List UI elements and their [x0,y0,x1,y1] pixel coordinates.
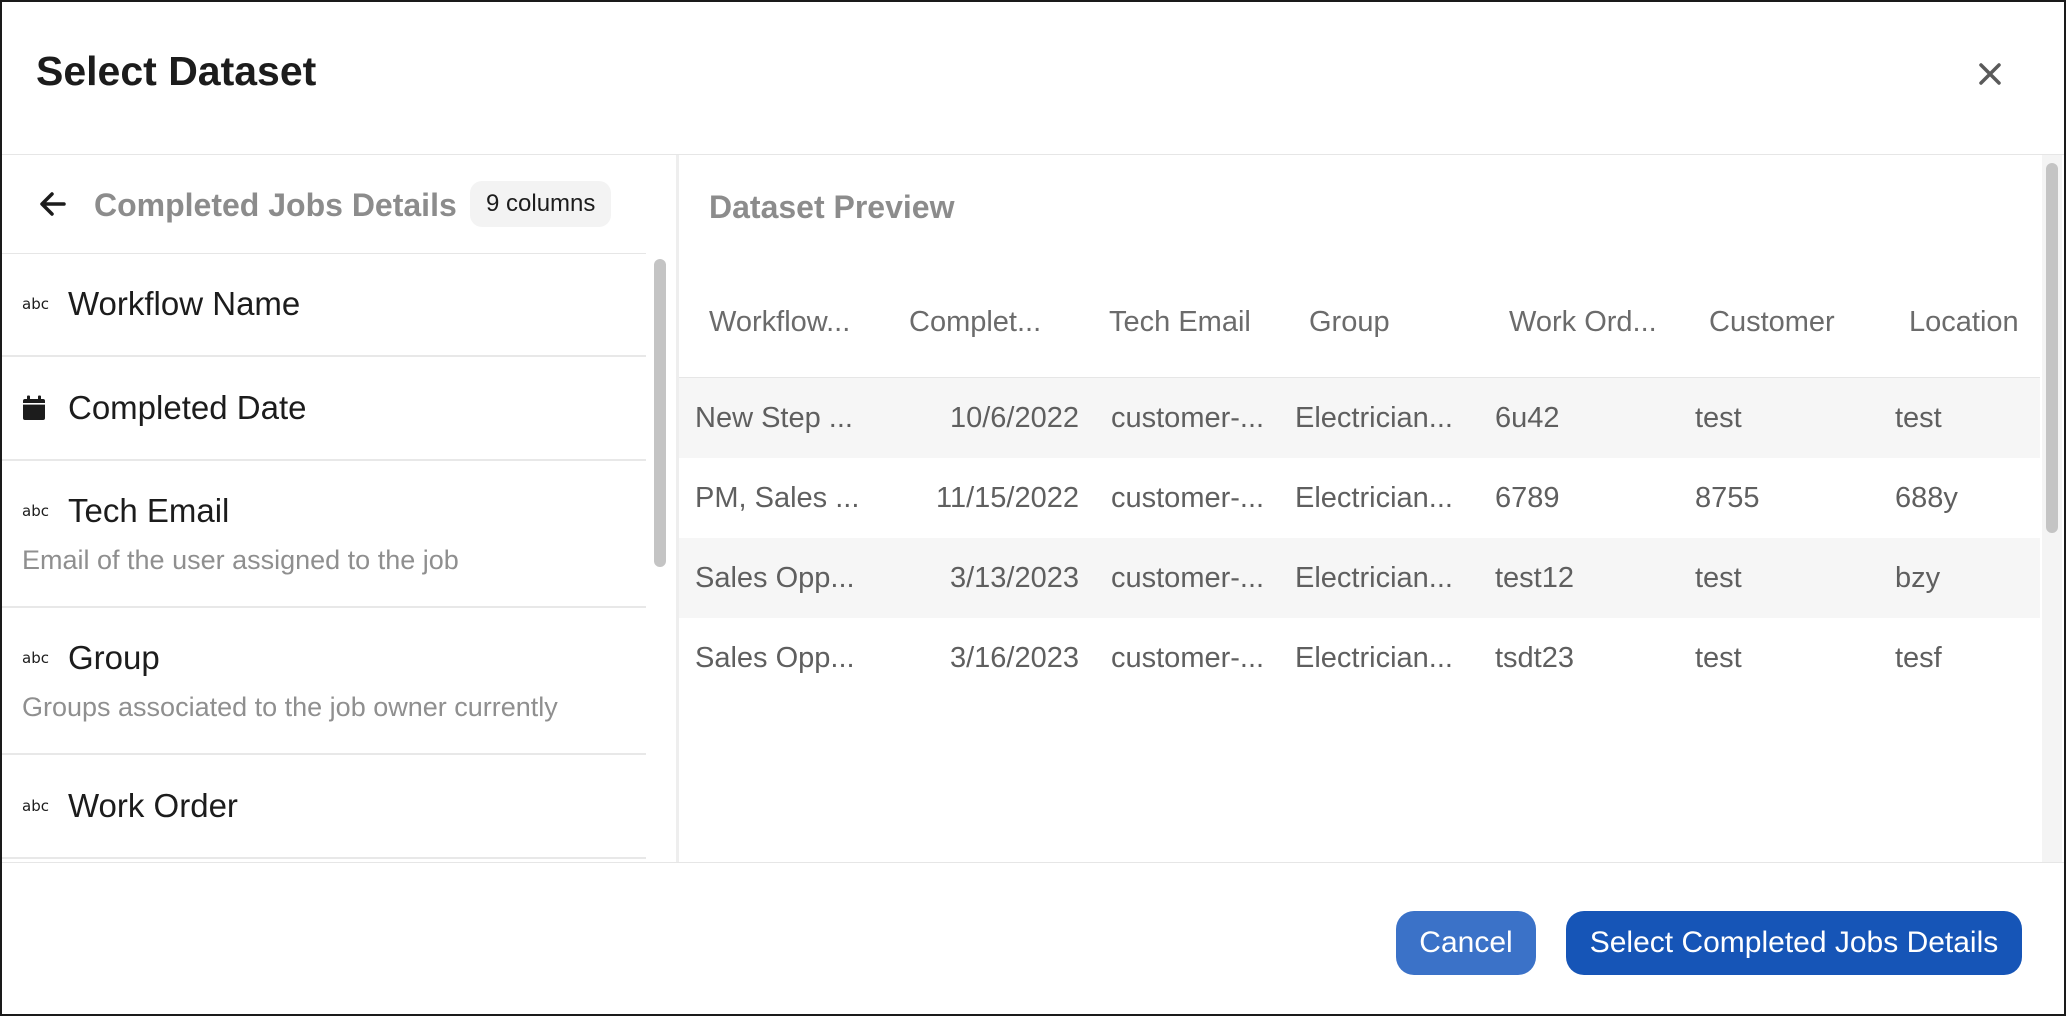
table-cell: customer-... [1079,538,1279,618]
dataset-name: Completed Jobs Details [94,187,457,223]
column-header[interactable]: Group [1279,267,1479,378]
table-row: Sales Opp... 3/16/2023 customer-... Elec… [679,618,2040,698]
column-name: Workflow Name [68,285,301,322]
text-type-icon: abc [22,797,49,815]
preview-title: Dataset Preview [709,189,955,225]
table-cell: tsdt23 [1495,641,1574,674]
table-cell: customer-... [1111,641,1265,674]
table-cell: customer-... [1079,377,1279,458]
column-name: Group [68,639,160,676]
table-header-row: Workflow... Complet... Tech Email Group … [679,267,2040,378]
table-cell: 10/6/2022 [879,377,1079,458]
table-cell: test12 [1479,538,1679,618]
column-item[interactable]: abc Group Groups associated to the job o… [2,608,646,755]
table-cell: 688y [1895,481,1958,514]
select-dataset-button[interactable]: Select Completed Jobs Details [1566,911,2022,975]
table-cell: customer-... [1111,481,1265,514]
preview-scrollbar[interactable] [2042,155,2062,862]
column-header[interactable]: Location [1879,267,2040,378]
scrollbar-thumb[interactable] [2046,163,2058,533]
column-header[interactable]: Tech Email [1079,267,1279,378]
dialog-header: Select Dataset [2,2,2064,155]
calendar-icon [22,395,68,421]
dialog-title: Select Dataset [36,48,317,94]
arrow-left-icon[interactable] [34,185,72,223]
table-cell: tesf [1895,641,1942,674]
table-cell: Electrician... [1295,481,1453,514]
table-cell: test [1879,377,2040,458]
column-name: Completed Date [68,389,307,426]
column-name: Tech Email [68,492,230,529]
table-row: Sales Opp... 3/13/2023 customer-... Elec… [679,538,2040,618]
column-header[interactable]: Work Ord... [1479,267,1679,378]
table-cell: PM, Sales ... [695,481,860,514]
column-item[interactable]: abc Workflow Name [2,253,646,357]
column-list: abc Workflow Name Completed Date abc Tec… [2,253,646,862]
text-type-icon: abc [22,649,49,667]
table-row: PM, Sales ... 11/15/2022 customer-... El… [679,458,2040,538]
table-cell: 3/16/2023 [949,641,1079,674]
text-type-icon: abc [22,502,49,520]
table-cell: Sales Opp... [679,538,879,618]
column-item[interactable]: abc Work Order [2,755,646,859]
dataset-header: Completed Jobs Details 9 columns [2,155,646,254]
table-cell: test [1679,377,1879,458]
dialog-footer: Cancel Select Completed Jobs Details [2,862,2064,1014]
table-cell: bzy [1879,538,2040,618]
table-cell: New Step ... [679,377,879,458]
table-cell: test [1695,641,1742,674]
table-cell: test [1679,538,1879,618]
column-header[interactable]: Workflow... [679,267,879,378]
table-cell: Electrician... [1279,377,1479,458]
column-list-panel: Completed Jobs Details 9 columns abc Wor… [2,155,679,862]
table-cell: 11/15/2022 [936,481,1079,514]
table-cell: 8755 [1695,481,1760,514]
cancel-button[interactable]: Cancel [1396,911,1536,975]
preview-table: Workflow... Complet... Tech Email Group … [679,267,2040,698]
column-header[interactable]: Customer [1679,267,1879,378]
dataset-preview-panel: Dataset Preview Workflow... Complet... T… [679,155,2040,862]
column-description: Email of the user assigned to the job [22,545,459,575]
scrollbar-thumb[interactable] [654,259,666,567]
table-cell: 6789 [1495,481,1560,514]
table-row: New Step ... 10/6/2022 customer-... Elec… [679,377,2040,458]
table-cell: Sales Opp... [695,641,855,674]
table-cell: 3/13/2023 [879,538,1079,618]
close-icon[interactable] [1970,54,2010,94]
column-description: Groups associated to the job owner curre… [22,692,558,722]
column-list-scrollbar[interactable] [650,255,668,715]
table-cell: Electrician... [1295,641,1453,674]
column-header[interactable]: Complet... [879,267,1079,378]
column-item[interactable]: Completed Date [2,357,646,461]
column-count-badge: 9 columns [470,181,612,227]
column-name: Work Order [68,787,238,824]
text-type-icon: abc [22,295,49,313]
column-item[interactable]: abc Tech Email Email of the user assigne… [2,461,646,608]
select-dataset-dialog: Select Dataset Completed Jobs Details 9 … [0,0,2066,1016]
table-cell: 6u42 [1479,377,1679,458]
table-cell: Electrician... [1279,538,1479,618]
